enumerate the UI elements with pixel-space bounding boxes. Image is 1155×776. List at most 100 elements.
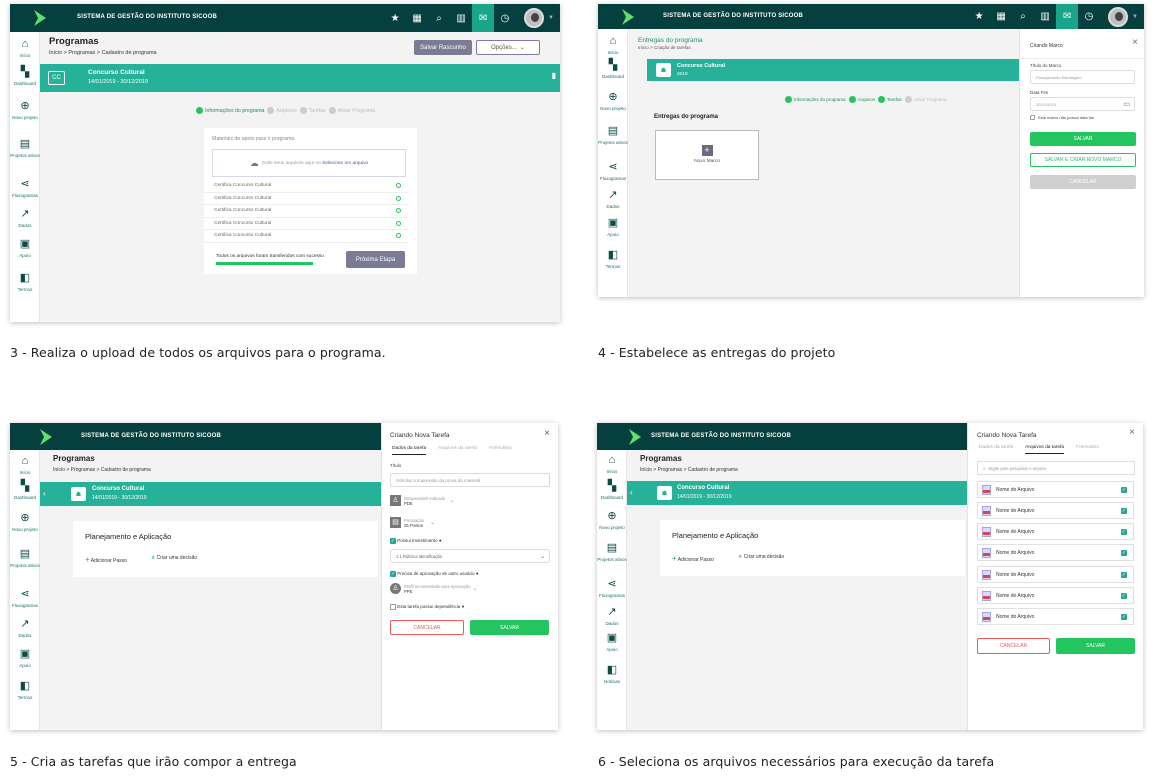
checkbox[interactable]: ✓ xyxy=(1121,614,1127,620)
inbox-icon[interactable]: ✉ xyxy=(1056,4,1079,29)
tab-arquivos[interactable]: Arquivos da tarefa xyxy=(438,446,477,455)
sidebar-item-fluxogramas[interactable]: ⋖ Fluxogramas xyxy=(597,578,627,598)
sidebar-item-apoio[interactable]: ▣ Apoio xyxy=(10,648,40,668)
sidebar-item-inicio[interactable]: ⌂ Início xyxy=(10,38,40,58)
approver-field[interactable]: ♙ Perfil recomendado para aprovação PPE ⌄ xyxy=(390,583,478,594)
sidebar-item-fluxogramas[interactable]: ⋖ Fluxogramas xyxy=(598,161,628,181)
next-step-button[interactable]: Próxima Etapa xyxy=(346,251,405,268)
list-item[interactable]: Nome do Arquivo ✓ xyxy=(977,566,1134,583)
save-button[interactable]: SALVAR xyxy=(1030,132,1136,146)
sidebar-item-dados[interactable]: ↗ Dados xyxy=(10,208,40,228)
checkbox[interactable]: ✓ xyxy=(1121,508,1127,514)
close-icon[interactable]: × xyxy=(1129,427,1135,438)
select-file-link[interactable]: Selecione um arquivo xyxy=(322,161,368,166)
options-button[interactable]: Opções... ⌄ xyxy=(476,40,540,55)
sidebar-item-noticias[interactable]: ◧ Notícias xyxy=(597,664,627,684)
book-icon[interactable]: ▮ xyxy=(552,71,556,80)
new-marco-card[interactable]: + Novo Marco xyxy=(655,130,759,180)
sidebar-item-dashboard[interactable]: ▚ Dashboard xyxy=(598,59,628,79)
sidebar-item-dados[interactable]: ↗ Dados xyxy=(10,618,40,638)
list-item[interactable]: Nome do Arquivo ✓ xyxy=(977,502,1134,519)
end-date-input[interactable]: 30/12/2019 ▭ xyxy=(1030,97,1135,111)
checkbox[interactable]: ✓ xyxy=(1121,593,1127,599)
checkbox[interactable]: ✓ xyxy=(1121,487,1127,493)
chart-icon[interactable]: ▥ xyxy=(450,4,472,32)
sidebar-item-inicio[interactable]: ⌂ Início xyxy=(10,455,40,475)
sidebar-item-novo-projeto[interactable]: ⊕ Novo projeto xyxy=(598,91,628,111)
add-step-button[interactable]: + Adicionar Passo xyxy=(672,554,714,563)
checkbox[interactable] xyxy=(1030,115,1035,120)
approval-checkbox[interactable]: ✓ Precisa de aprovação de outro usuário … xyxy=(390,571,479,577)
no-date-checkbox[interactable]: Este marco não possui data fim xyxy=(1030,115,1094,120)
tab-formulario[interactable]: Formulário xyxy=(489,446,512,455)
avatar[interactable] xyxy=(1108,6,1129,27)
sidebar-item-inicio[interactable]: ⌂ Início xyxy=(597,454,627,474)
sidebar-item-inicio[interactable]: ⌂ Início xyxy=(598,35,628,55)
sidebar-item-dashboard[interactable]: ▚ Dashboard xyxy=(10,66,40,86)
sidebar-item-novo-projeto[interactable]: ⊕ Novo projeto xyxy=(10,100,40,120)
list-item[interactable]: Nome do Arquivo ✓ xyxy=(977,481,1134,498)
chevron-down-icon[interactable]: ▼ xyxy=(1132,14,1138,20)
close-icon[interactable]: × xyxy=(1132,37,1138,48)
grid-icon[interactable]: ▦ xyxy=(406,4,428,32)
score-field[interactable]: ▤ Pontuação 25 Pontos ⌄ xyxy=(390,517,435,528)
checkbox[interactable]: ✓ xyxy=(390,571,396,577)
sidebar-item-termos[interactable]: ◧ Termos xyxy=(10,680,40,700)
save-draft-button[interactable]: Salvar Rascunho xyxy=(414,40,472,55)
sidebar-item-dashboard[interactable]: ▚ Dashboard xyxy=(597,480,627,500)
sidebar-item-dashboard[interactable]: ▚ Dashboard xyxy=(10,480,40,500)
tab-dados[interactable]: Dados da tarefa xyxy=(979,445,1013,454)
sidebar-item-projetos-ativos[interactable]: ▤ Projetos ativos xyxy=(598,125,628,145)
search-icon[interactable]: ⌕ xyxy=(428,4,450,32)
close-icon[interactable]: × xyxy=(544,428,550,439)
sidebar-item-projetos-ativos[interactable]: ▤ Projetos ativos xyxy=(10,138,40,158)
star-icon[interactable]: ★ xyxy=(384,4,406,32)
chevron-left-icon[interactable]: ‹ xyxy=(43,489,46,498)
decision-button[interactable]: ⋔ Criar uma decisão xyxy=(151,555,197,561)
star-icon[interactable]: ★ xyxy=(968,4,990,31)
task-title-input[interactable]: Solicitar a impressão da prova do materi… xyxy=(390,473,550,487)
dropzone[interactable]: ☁ Solte seus arquivos aqui ou Selecione … xyxy=(212,149,406,177)
checkbox[interactable]: ✓ xyxy=(390,538,396,544)
sidebar-item-termos[interactable]: ◧ Termos xyxy=(598,249,628,269)
sidebar-item-projetos-ativos[interactable]: ▤ Projetos ativos xyxy=(597,542,627,562)
save-and-new-button[interactable]: SALVAR E CRIAR NOVO MARCO xyxy=(1030,153,1136,167)
checkbox[interactable]: ✓ xyxy=(1121,529,1127,535)
search-icon[interactable]: ⌕ xyxy=(1012,4,1034,31)
sidebar-item-novo-projeto[interactable]: ⊕ Novo projeto xyxy=(10,512,40,532)
save-button[interactable]: SALVAR xyxy=(470,620,549,635)
marco-title-input[interactable]: Planejamento Estratégico xyxy=(1030,70,1135,84)
sidebar-item-apoio[interactable]: ▣ Apoio xyxy=(597,632,627,652)
list-item[interactable]: Nome do Arquivo ✓ xyxy=(977,523,1134,540)
save-button[interactable]: SALVAR xyxy=(1056,638,1135,654)
grid-icon[interactable]: ▦ xyxy=(990,4,1012,31)
sidebar-item-apoio[interactable]: ▣ Apoio xyxy=(598,217,628,237)
decision-button[interactable]: ⋔ Criar uma decisão xyxy=(738,554,784,560)
list-item[interactable]: Nome do Arquivo ✓ xyxy=(977,587,1134,604)
clock-icon[interactable]: ◷ xyxy=(1078,4,1100,31)
cancel-button[interactable]: CANCELAR xyxy=(390,620,464,635)
chevron-left-icon[interactable]: ‹ xyxy=(630,488,633,497)
responsible-field[interactable]: ♙ Responsável Indicado PDE ⌄ xyxy=(390,495,454,506)
sidebar-item-termos[interactable]: ◧ Termos xyxy=(10,272,40,292)
cancel-button[interactable]: CANCELAR xyxy=(1030,175,1136,189)
sidebar-item-fluxogramas[interactable]: ⋖ Fluxogramas xyxy=(10,178,40,198)
list-item[interactable]: Nome do Arquivo ✓ xyxy=(977,608,1134,625)
sidebar-item-novo-projeto[interactable]: ⊕ Novo projeto xyxy=(597,510,627,530)
add-step-button[interactable]: + Adicionar Passo xyxy=(85,555,127,564)
list-item[interactable]: Nome do Arquivo ✓ xyxy=(977,544,1134,561)
sidebar-item-apoio[interactable]: ▣ Apoio xyxy=(10,238,40,258)
avatar[interactable] xyxy=(524,8,545,28)
checkbox[interactable]: ✓ xyxy=(1121,572,1127,578)
chart-icon[interactable]: ▥ xyxy=(1034,4,1056,31)
checkbox[interactable] xyxy=(390,604,396,610)
inbox-icon[interactable]: ✉ xyxy=(472,4,495,32)
tab-formulario[interactable]: Formulário xyxy=(1076,445,1099,454)
clock-icon[interactable]: ◷ xyxy=(494,4,516,32)
file-search-input[interactable]: ⌕ Digite para pesquisar o arquivo xyxy=(977,461,1135,475)
sidebar-item-dados[interactable]: ↗ Dados xyxy=(597,606,627,626)
checkbox[interactable]: ✓ xyxy=(1121,550,1127,556)
investment-select[interactable]: 1.1 Rúbrica Identificação ⌄ xyxy=(390,549,550,563)
cancel-button[interactable]: CANCELAR xyxy=(977,638,1050,654)
sidebar-item-dados[interactable]: ↗ Dados xyxy=(598,189,628,209)
